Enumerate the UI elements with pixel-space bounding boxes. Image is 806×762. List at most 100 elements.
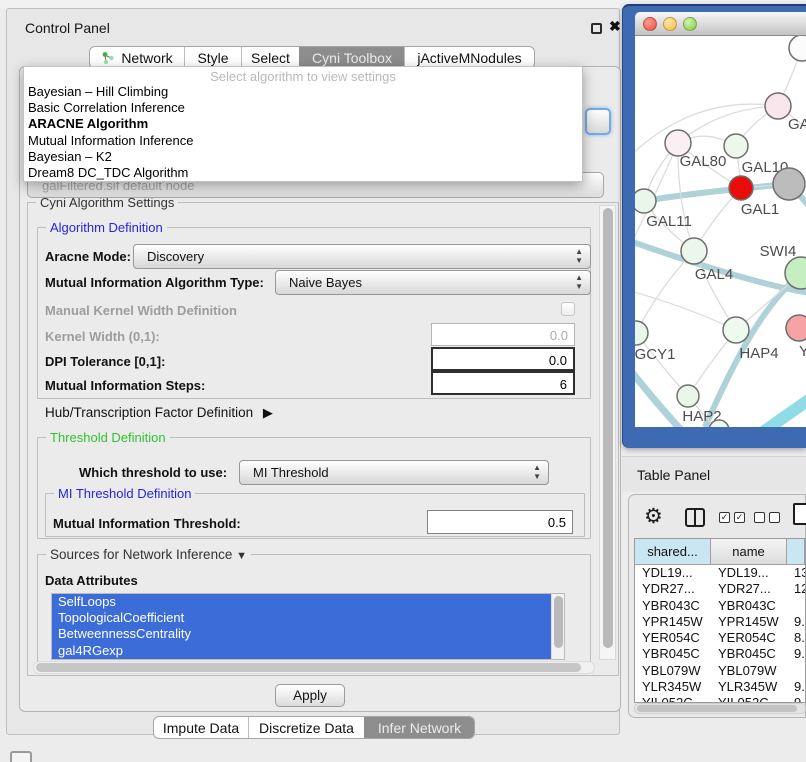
algorithm-option[interactable]: Bayesian – K2 <box>24 149 582 165</box>
kernel-width-field[interactable]: 0.0 <box>431 323 575 346</box>
tab-network[interactable]: Network <box>90 47 184 68</box>
column-header-shared-name[interactable]: shared... <box>635 539 711 564</box>
table-cell[interactable] <box>787 598 805 614</box>
table-cell[interactable]: 8. <box>787 630 805 646</box>
table-cell[interactable]: YDL19... <box>635 565 711 581</box>
table-cell[interactable]: YDL19... <box>711 565 787 581</box>
table-cell[interactable]: YLR345W <box>635 679 711 695</box>
algorithm-option[interactable]: Dream8 DC_TDC Algorithm <box>24 165 582 181</box>
table-cell[interactable]: YDR27... <box>635 581 711 597</box>
table-row[interactable]: YIL052CYIL052C9 <box>635 695 805 703</box>
close-window-icon[interactable]: ✖ <box>609 18 621 35</box>
table-row[interactable]: YDR27...YDR27...12 <box>635 581 805 597</box>
algorithm-option[interactable]: ARACNE Algorithm <box>24 116 582 132</box>
table-row[interactable]: YBR045CYBR045C9. <box>635 646 805 662</box>
attribute-item[interactable]: gal4RGexp <box>52 643 551 659</box>
tab-discretize-data[interactable]: Discretize Data <box>248 717 364 738</box>
minimize-traffic-light-icon[interactable] <box>663 17 677 31</box>
table-cell[interactable]: 13 <box>787 565 805 581</box>
table-cell[interactable]: YBR043C <box>711 598 787 614</box>
tab-infer-network[interactable]: Infer Network <box>364 717 474 738</box>
network-window-titlebar[interactable] <box>635 12 806 36</box>
network-node-gal11[interactable] <box>635 189 656 213</box>
settings-horizontal-scrollbar[interactable] <box>33 661 595 674</box>
select-all-columns-icon[interactable]: ✓✓ <box>719 512 745 523</box>
minimized-panel-icon[interactable] <box>10 751 32 762</box>
expand-right-icon[interactable]: ▶ <box>263 405 273 421</box>
mi-type-combobox[interactable]: Naive Bayes ▲▼ <box>275 270 591 295</box>
network-node-gal10[interactable] <box>724 134 748 158</box>
inference-algorithm-combobox-fragment[interactable] <box>585 108 611 135</box>
settings-vertical-scrollbar[interactable] <box>599 205 616 660</box>
network-node[interactable] <box>789 36 806 61</box>
table-cell[interactable]: YER054C <box>635 630 711 646</box>
table-cell[interactable]: YBL079W <box>635 663 711 679</box>
network-node-hap4[interactable] <box>723 317 749 343</box>
table-cell[interactable]: YBR045C <box>711 646 787 662</box>
tab-select[interactable]: Select <box>241 47 299 68</box>
network-node-hap2[interactable] <box>677 385 699 407</box>
zoom-traffic-light-icon[interactable] <box>683 17 697 31</box>
which-threshold-combobox[interactable]: MI Threshold ▲▼ <box>239 460 549 485</box>
apply-button[interactable]: Apply <box>275 684 345 707</box>
network-canvas[interactable]: GALGAL80GAL10GAL1GAL11GAL4SWI4GCY1HAP4YH… <box>635 36 806 427</box>
algorithm-option[interactable]: Basic Correlation Inference <box>24 100 582 116</box>
table-cell[interactable]: YBR045C <box>635 646 711 662</box>
algorithm-option[interactable]: Mutual Information Inference <box>24 133 582 149</box>
kernel-width-label: Kernel Width (0,1): <box>45 329 160 344</box>
network-node-y[interactable] <box>786 315 806 341</box>
column-layout-icon[interactable] <box>685 508 705 527</box>
manual-kernel-checkbox[interactable] <box>561 302 575 316</box>
table-row[interactable]: YPR145WYPR145W9. <box>635 614 805 630</box>
table-cell[interactable]: YLR345W <box>711 679 787 695</box>
table-row[interactable]: YBL079WYBL079W <box>635 663 805 679</box>
tab-style[interactable]: Style <box>184 47 241 68</box>
table-cell[interactable]: YBR043C <box>635 598 711 614</box>
table-cell[interactable]: YDR27... <box>711 581 787 597</box>
table-cell[interactable]: 12 <box>787 581 805 597</box>
table-cell[interactable]: 9. <box>787 614 805 630</box>
table-horizontal-scrollbar[interactable] <box>634 703 806 714</box>
table-rows: YDL19...YDL19...13YDR27...YDR27...12YBR0… <box>635 565 805 703</box>
algorithm-option[interactable]: Bayesian – Hill Climbing <box>24 84 582 100</box>
dpi-tolerance-field[interactable]: 0.0 <box>431 347 575 371</box>
network-node-gcy1[interactable] <box>635 321 648 345</box>
deselect-all-columns-icon[interactable] <box>754 512 780 523</box>
column-header-partial[interactable] <box>787 539 805 564</box>
aracne-mode-combobox[interactable]: Discovery ▲▼ <box>133 244 591 269</box>
float-window-icon[interactable] <box>591 23 602 34</box>
tab-jactivemnodules[interactable]: jActiveMNodules <box>404 47 534 68</box>
network-node-gal1[interactable] <box>729 176 753 200</box>
network-view-window[interactable]: GALGAL80GAL10GAL1GAL11GAL4SWI4GCY1HAP4YH… <box>622 4 806 448</box>
close-traffic-light-icon[interactable] <box>643 17 657 31</box>
table-row[interactable]: YBR043CYBR043C <box>635 598 805 614</box>
mi-threshold-field[interactable]: 0.5 <box>427 510 573 534</box>
table-cell[interactable]: 9. <box>787 646 805 662</box>
table-cell[interactable]: YER054C <box>711 630 787 646</box>
attributes-vertical-scrollbar[interactable] <box>551 594 564 659</box>
tab-impute-data[interactable]: Impute Data <box>154 717 248 738</box>
export-table-icon[interactable] <box>793 503 806 525</box>
table-cell[interactable] <box>787 663 805 679</box>
table-cell[interactable]: YPR145W <box>711 614 787 630</box>
table-cell[interactable]: YPR145W <box>635 614 711 630</box>
table-cell[interactable]: 9. <box>787 679 805 695</box>
gear-icon[interactable]: ⚙ <box>644 504 663 529</box>
attribute-item[interactable]: TopologicalCoefficient <box>52 610 551 626</box>
table-cell[interactable]: YIL052C <box>635 695 711 703</box>
table-cell[interactable]: YBL079W <box>711 663 787 679</box>
mi-steps-field[interactable]: 6 <box>431 371 575 395</box>
hub-section-label[interactable]: Hub/Transcription Factor Definition ▶ <box>45 405 273 421</box>
table-cell[interactable]: 9 <box>787 695 805 703</box>
tab-cyni-toolbox[interactable]: Cyni Toolbox <box>299 47 404 68</box>
table-row[interactable]: YDL19...YDL19...13 <box>635 565 805 581</box>
table-row[interactable]: YLR345WYLR345W9. <box>635 679 805 695</box>
table-row[interactable]: YER054CYER054C8. <box>635 630 805 646</box>
attribute-item[interactable]: SelfLoops <box>52 594 551 610</box>
attribute-item[interactable]: BetweennessCentrality <box>52 626 551 642</box>
collapse-down-icon[interactable]: ▼ <box>236 550 247 562</box>
column-header-name[interactable]: name <box>711 539 787 564</box>
network-node-gal4[interactable] <box>681 238 707 264</box>
table-cell[interactable]: YIL052C <box>711 695 787 703</box>
network-node[interactable] <box>773 168 805 200</box>
